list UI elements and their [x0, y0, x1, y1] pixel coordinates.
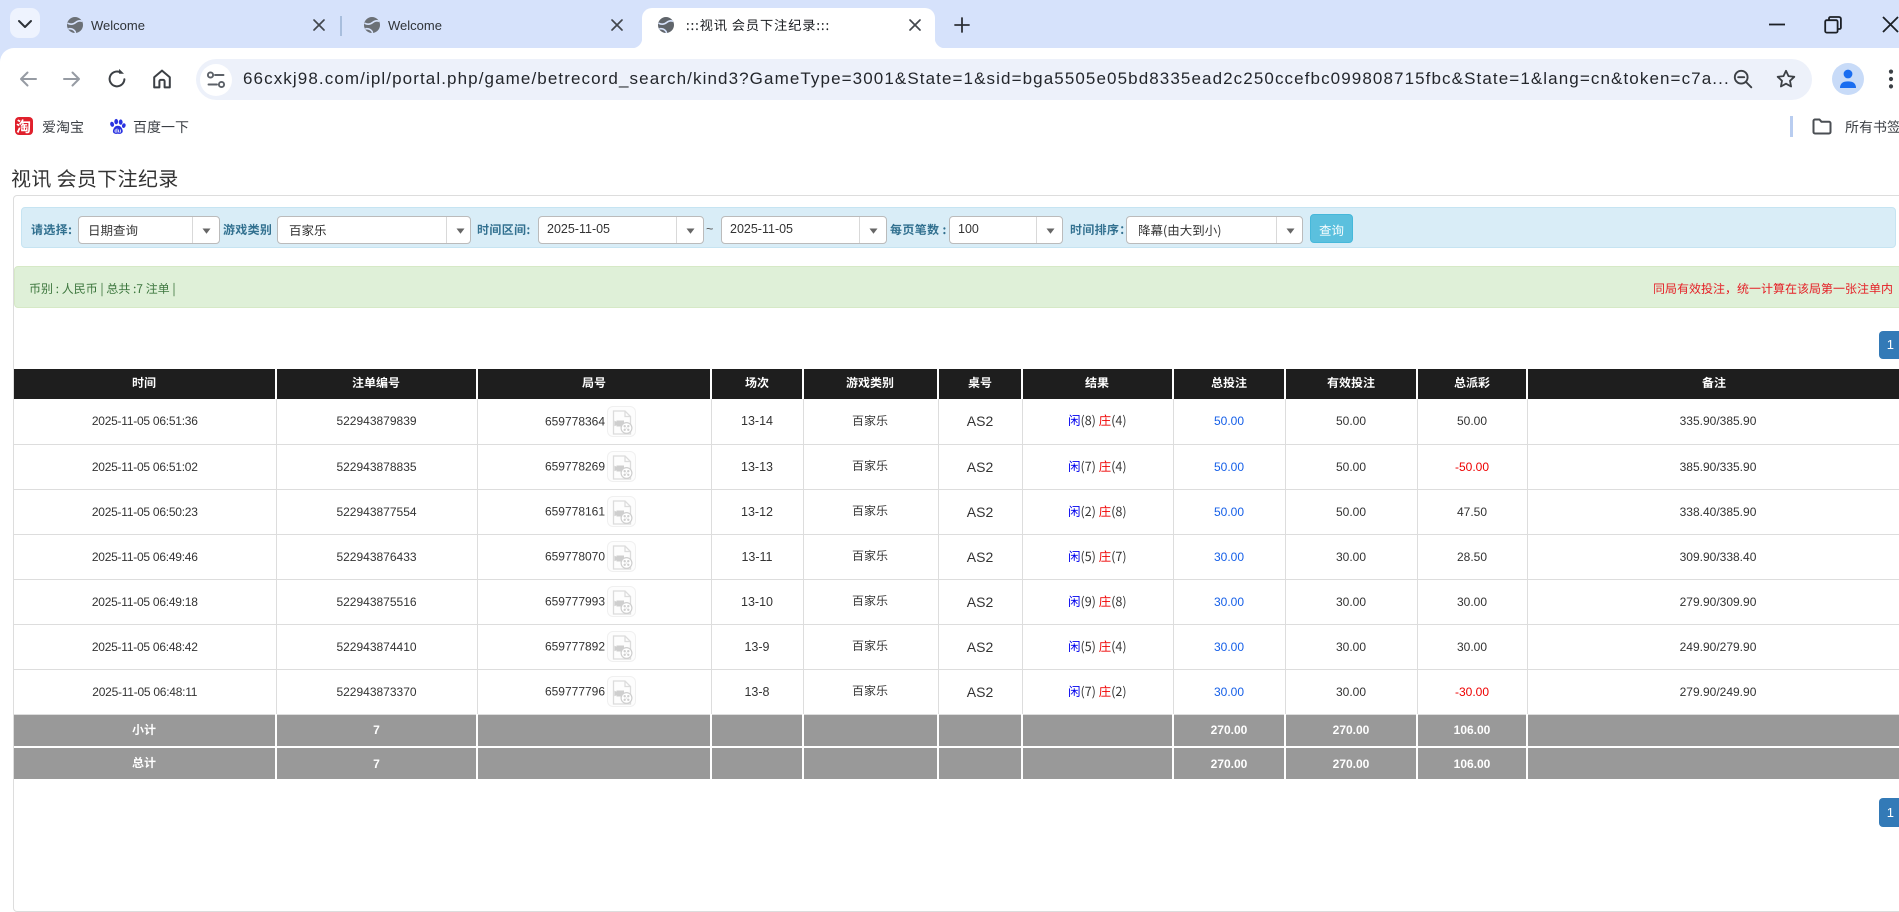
svg-text:du: du [114, 128, 121, 134]
